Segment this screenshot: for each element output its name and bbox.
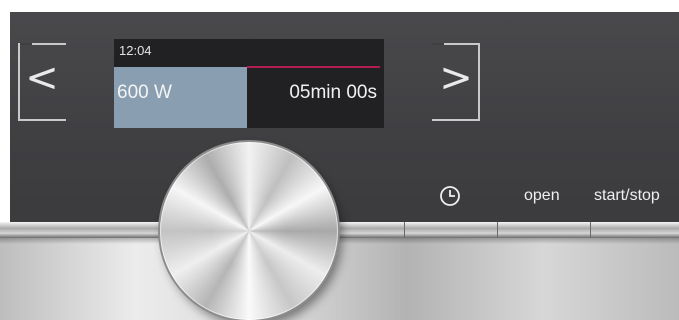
duration-readout[interactable]: 05min 00s [289,82,377,104]
oven-control-panel: < 12:04 600 W 05min 00s > open start/sto… [0,0,679,320]
chrome-trim-strip [0,222,679,238]
power-label: 600 W [117,82,172,103]
chevron-left-icon: < [25,55,59,101]
progress-bar [247,66,380,68]
rotary-knob[interactable] [160,142,338,320]
previous-button[interactable]: < [18,43,66,121]
open-button[interactable]: open [524,187,560,205]
display-screen: 12:04 600 W 05min 00s [114,39,384,128]
clock-readout: 12:04 [119,43,152,58]
next-button[interactable]: > [432,43,480,121]
power-setting[interactable]: 600 W [114,67,247,128]
clock-icon[interactable] [438,184,462,208]
trim-divider [497,222,498,238]
panel-top-edge [0,0,679,12]
start-stop-button[interactable]: start/stop [594,187,660,205]
oven-door [0,238,679,320]
trim-divider [404,222,405,238]
trim-divider [590,222,591,238]
chevron-right-icon: > [439,55,473,101]
